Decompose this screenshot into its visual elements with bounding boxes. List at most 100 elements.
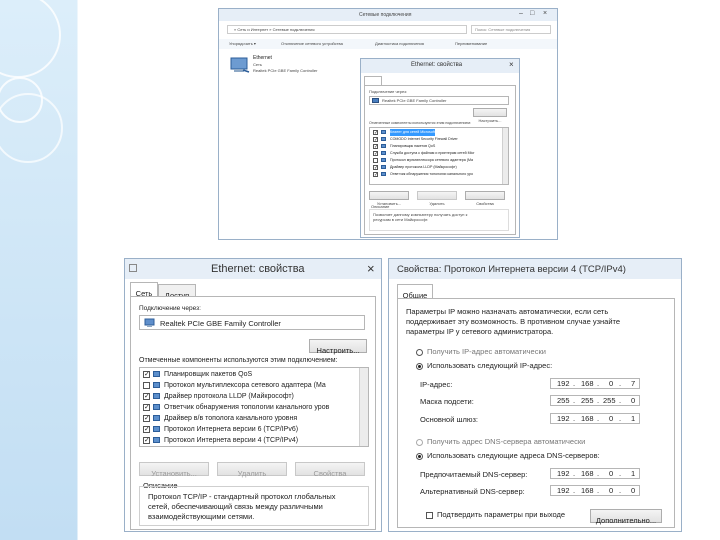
auto-ip-radio[interactable] [416, 349, 423, 356]
toolbar-diagnose[interactable]: Диагностика подключения [375, 41, 424, 46]
network-component-icon [153, 404, 160, 410]
small-remove-button[interactable]: Удалить [417, 191, 457, 206]
ethernet-configure-label: Настроить... [316, 346, 360, 355]
ethernet-component-label: Ответчик обнаружения топологии канальног… [164, 404, 330, 411]
search-input[interactable]: Поиск: Сетевые подключения [471, 25, 551, 34]
small-component-row[interactable]: ✓ COMODO Internet Security Firewall Drive… [371, 136, 497, 143]
adapter-item[interactable]: Ethernet Сеть Realtek PCIe GBE Family Co… [229, 54, 349, 78]
maximize-icon[interactable]: □ [530, 10, 534, 17]
network-component-icon [153, 382, 160, 388]
ip-address-field[interactable]: 192. 168. 0. 7 [550, 378, 640, 389]
ethernet-component-row[interactable]: ✓ Протокол Интернета версии 6 (TCP/IPv6) [141, 424, 357, 435]
auto-dns-radio[interactable] [416, 439, 423, 446]
ipv4-intro-line1: Параметры IP можно назначать автоматичес… [406, 307, 609, 316]
pdns-octet-4: 1 [631, 469, 636, 478]
small-install-button[interactable]: Установить... [369, 191, 409, 206]
small-component-checkbox[interactable]: ✓ [373, 137, 378, 143]
ethernet-component-checkbox[interactable]: ✓ [143, 371, 150, 378]
manual-dns-radio[interactable] [416, 453, 423, 460]
ethernet-window-title: Ethernet: свойства [211, 263, 305, 275]
ethernet-components-list: ✓ Планировщик пакетов QoS Протокол мультип… [139, 367, 369, 447]
small-component-checkbox[interactable]: ✓ [373, 172, 378, 178]
manual-dns-label: Использовать следующие адреса DNS-сервер… [427, 451, 600, 460]
small-configure-button[interactable]: Настроить... [473, 108, 507, 123]
ethernet-components-scrollbar[interactable] [359, 368, 368, 446]
network-component-icon [381, 130, 386, 134]
ethernet-component-checkbox[interactable]: ✓ [143, 437, 150, 444]
small-component-row[interactable]: ✓ Драйвер протокола LLDP (Майкрософт) [371, 164, 497, 171]
minimize-icon[interactable]: – [519, 10, 523, 17]
network-component-icon [381, 137, 386, 141]
ethernet-component-checkbox[interactable] [143, 382, 150, 389]
mask-octet-2: 255 [581, 396, 594, 405]
preferred-dns-field[interactable]: 192. 168. 0. 1 [550, 468, 640, 479]
small-properties-button[interactable]: Свойства [465, 191, 505, 206]
validate-checkbox[interactable] [426, 512, 433, 519]
small-component-row[interactable]: ✓ Служба доступа к файлам и принтерам сет… [371, 150, 497, 157]
ethernet-properties-label: Свойства [313, 469, 347, 478]
ethernet-components-label: Отмеченные компоненты используются этим … [139, 357, 338, 364]
ethernet-component-row[interactable]: Протокол мультиплексора сетевого адаптер… [141, 380, 357, 391]
ethernet-component-label: Планировщик пакетов QoS [164, 371, 253, 378]
small-component-label: Планировщик пакетов QoS [390, 144, 436, 148]
ethernet-component-row[interactable]: ✓ Драйвер в/в тополога канального уровня [141, 413, 357, 424]
close-icon[interactable]: × [543, 10, 547, 17]
small-component-row[interactable]: Протокол мультиплексора сетевого адаптер… [371, 157, 497, 164]
adapter-device: Realtek PCIe GBE Family Controller [253, 68, 318, 73]
small-component-checkbox[interactable] [373, 158, 378, 163]
small-component-checkbox[interactable]: ✓ [373, 130, 378, 136]
ethernet-install-button[interactable]: Установить... [139, 462, 209, 478]
ethernet-component-checkbox[interactable]: ✓ [143, 404, 150, 411]
toolbar-disable[interactable]: Отключение сетевого устройства [281, 41, 343, 46]
ethernet-tab-network[interactable]: Сеть [130, 282, 158, 298]
ethernet-component-row[interactable]: ✓ Ответчик обнаружения топологии канально… [141, 402, 357, 413]
ethernet-remove-button[interactable]: Удалить [217, 462, 287, 478]
ipv4-tab-general[interactable]: Общие [397, 284, 433, 300]
small-component-label: COMODO Internet Security Firewall Driver [390, 137, 458, 141]
ipv4-tab-panel: Параметры IP можно назначать автоматичес… [397, 298, 675, 528]
small-tab-network[interactable]: Сеть [364, 76, 382, 91]
alternate-dns-label: Альтернативный DNS-сервер: [420, 487, 525, 496]
gw-octet-4: 1 [631, 414, 636, 423]
small-remove-label: Удалить [429, 201, 445, 206]
ethernet-connect-via-label: Подключение через: [139, 305, 201, 312]
alternate-dns-field[interactable]: 192. 168. 0. 0 [550, 485, 640, 496]
small-component-checkbox[interactable]: ✓ [373, 144, 378, 150]
small-component-checkbox[interactable]: ✓ [373, 165, 378, 171]
network-component-icon [153, 437, 160, 443]
manual-ip-radio[interactable] [416, 363, 423, 370]
network-component-icon [381, 172, 386, 176]
ethernet-properties-button[interactable]: Свойства [295, 462, 365, 478]
ip-dot: . [619, 379, 622, 388]
ip-dot: . [573, 379, 576, 388]
ethernet-component-label: Драйвер в/в тополога канального уровня [164, 415, 298, 422]
ethernet-component-checkbox[interactable]: ✓ [143, 415, 150, 422]
gateway-field[interactable]: 192. 168. 0. 1 [550, 413, 640, 424]
ethernet-component-checkbox[interactable]: ✓ [143, 426, 150, 433]
small-component-row[interactable]: ✓ Планировщик пакетов QoS [371, 143, 497, 150]
toolbar-organize[interactable]: Упорядочить ▾ [229, 41, 256, 46]
subnet-mask-field[interactable]: 255. 255. 255. 0 [550, 395, 640, 406]
ethernet-close-icon[interactable]: × [367, 261, 375, 276]
ethernet-component-row[interactable]: ✓ Планировщик пакетов QoS [141, 369, 357, 380]
small-component-row[interactable]: ✓ Ответчик обнаружения топологии канально… [371, 171, 497, 178]
toolbar-rename[interactable]: Переименование [455, 41, 487, 46]
small-component-row[interactable]: ✓ Клиент для сетей Microsoft [371, 129, 497, 136]
small-window-title: Ethernet: свойства [411, 62, 463, 68]
ethernet-tab-access[interactable]: Доступ [158, 284, 196, 300]
advanced-button[interactable]: Дополнительно... [590, 509, 662, 525]
pdns-dot: . [573, 469, 576, 478]
ethernet-component-row[interactable]: ✓ Драйвер протокола LLDP (Майкрософт) [141, 391, 357, 402]
small-component-label: Протокол мультиплексора сетевого адаптер… [390, 158, 473, 162]
ethernet-component-row[interactable]: ✓ Протокол Интернета версии 4 (TCP/IPv4) [141, 435, 357, 446]
ethernet-remove-label: Удалить [237, 469, 267, 478]
gateway-label: Основной шлюз: [420, 415, 479, 424]
ethernet-component-checkbox[interactable]: ✓ [143, 393, 150, 400]
small-component-checkbox[interactable]: ✓ [373, 151, 378, 157]
small-components-list: ✓ Клиент для сетей Microsoft ✓ COMODO Inter… [369, 127, 509, 185]
address-bar[interactable]: « Сеть и Интернет » Сетевые подключения [227, 25, 467, 34]
small-components-scrollbar[interactable] [502, 128, 508, 184]
ethernet-configure-button[interactable]: Настроить... [309, 339, 367, 355]
small-close-icon[interactable]: × [509, 60, 514, 69]
ethernet-adapter-text: Realtek PCIe GBE Family Controller [160, 319, 281, 328]
